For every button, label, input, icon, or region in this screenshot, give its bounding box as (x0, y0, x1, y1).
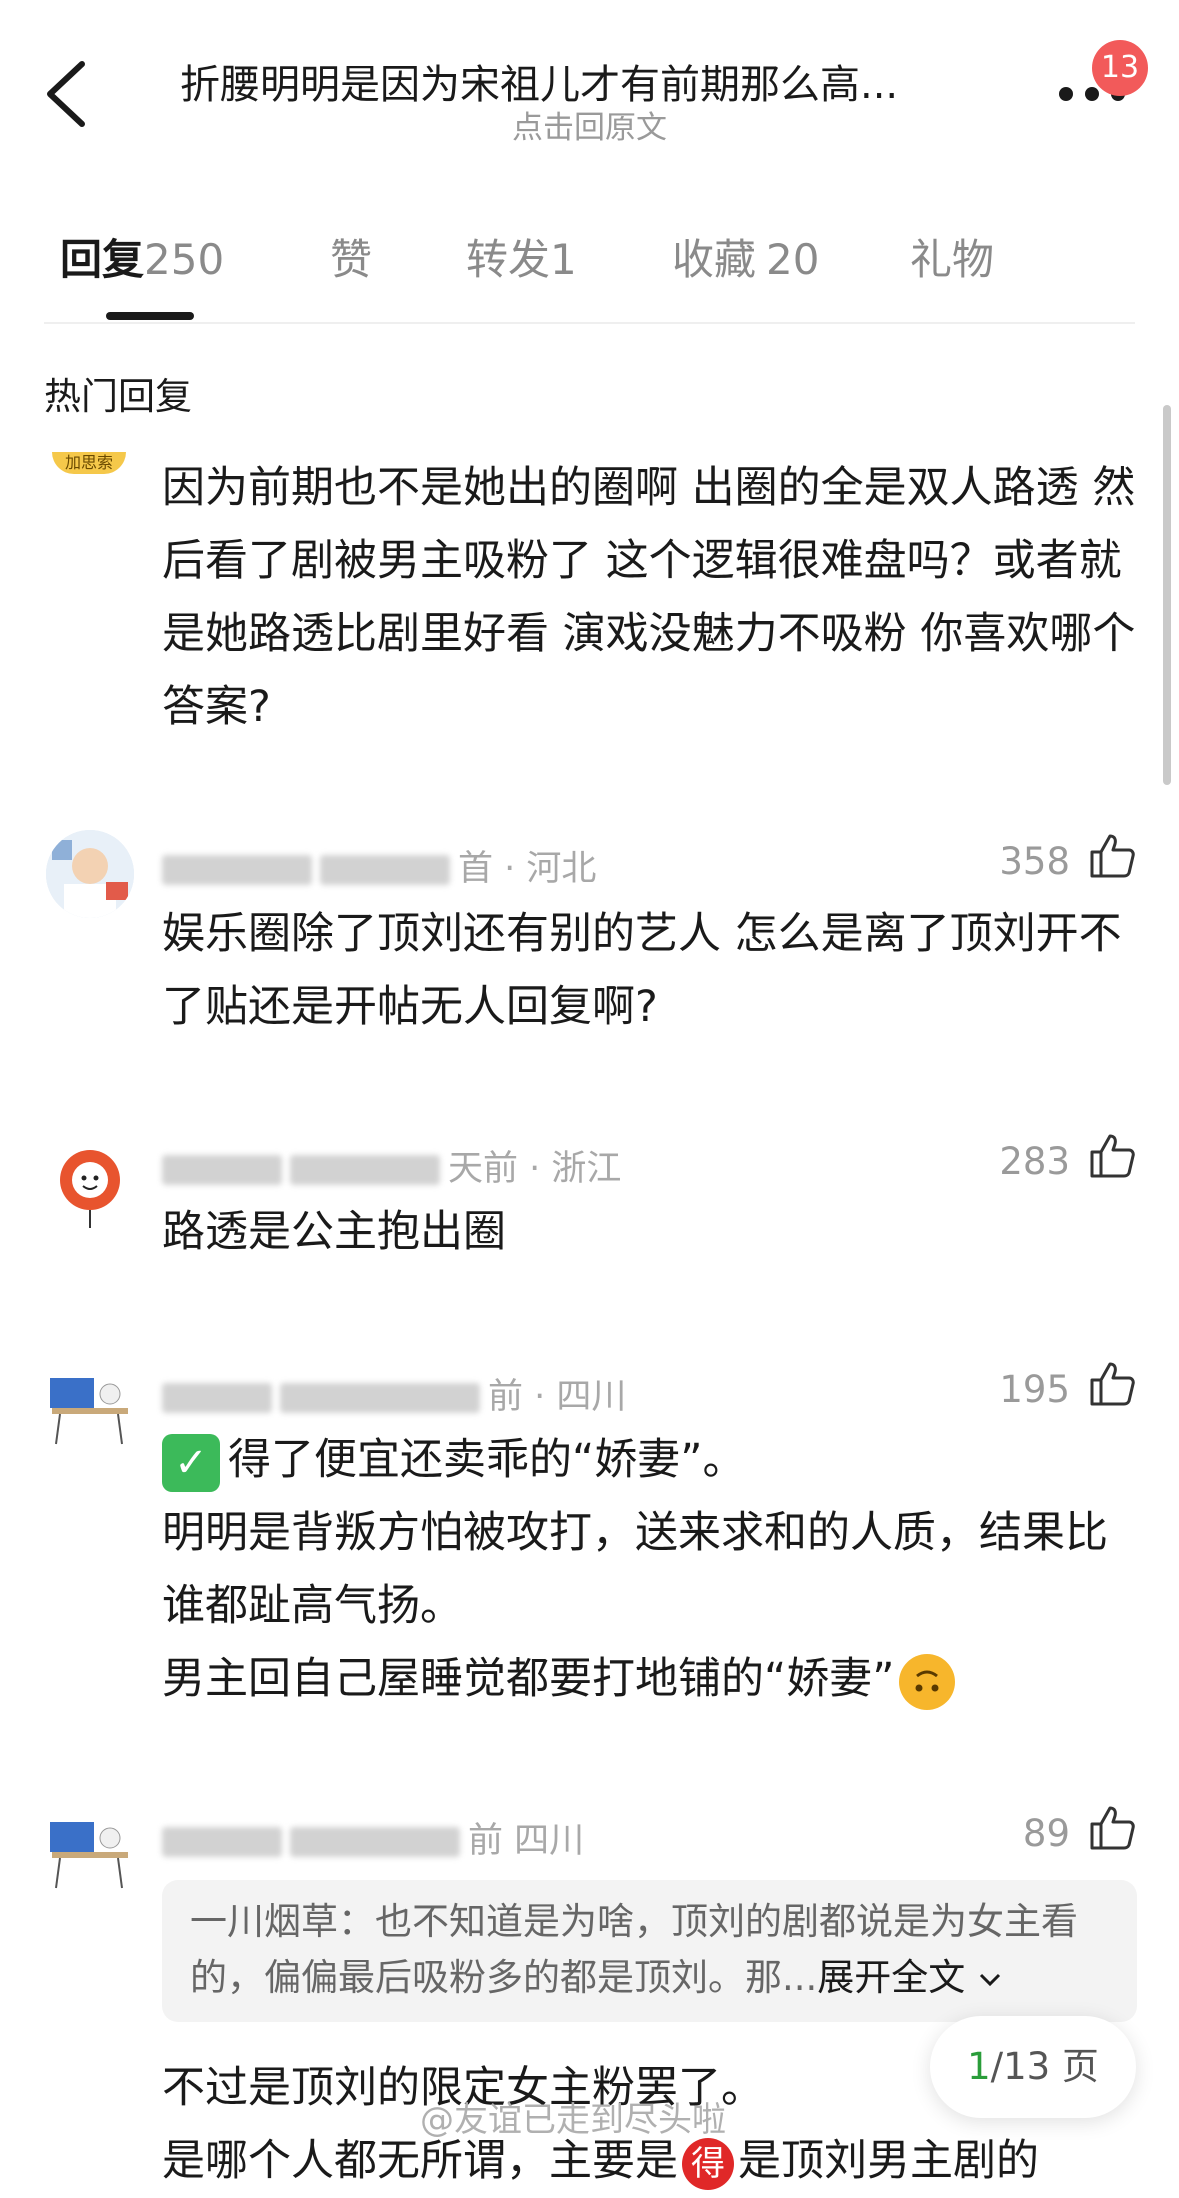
chevron-down-icon (980, 1973, 1001, 1987)
check-mark-emoji-icon: ✓ (162, 1433, 220, 1492)
comment-text: ✓ 得了便宜还卖乖的“娇妻”。 明明是背叛方怕被攻打，送来求和的人质，结果比谁都趾… (162, 1424, 1137, 1716)
comment-location: 前 · 四川 (488, 1377, 627, 1417)
blurred-username (290, 1827, 460, 1857)
avatar[interactable] (46, 1812, 134, 1900)
notification-badge: 13 (1092, 40, 1148, 96)
de-emoji-icon: 得 (682, 2137, 734, 2190)
current-page: 1 (967, 2045, 991, 2088)
tab-reposts-label: 转发 (466, 235, 551, 284)
back-to-original-link[interactable]: 点击回原文 (0, 102, 1179, 147)
thumbs-up-icon[interactable] (1088, 832, 1136, 880)
section-title: 热门回复 (44, 375, 192, 418)
like-count: 89 (1022, 1812, 1070, 1855)
scrollbar[interactable] (1163, 405, 1171, 785)
blurred-username (162, 855, 312, 885)
page-indicator[interactable]: 1/13 页 (930, 2016, 1136, 2118)
comment-line-text: 是哪个人都无所谓，主要是 (162, 2136, 678, 2186)
avatar[interactable] (46, 1368, 134, 1456)
quote-author: 一川烟草： (190, 1900, 375, 1943)
active-tab-indicator (106, 312, 194, 320)
watermark: @友谊已走到尽头啦 (420, 2100, 726, 2140)
tab-favorites-count: 20 (766, 235, 820, 284)
comment-text: 娱乐圈除了顶刘还有别的艺人 怎么是离了顶刘开不了贴还是开帖无人回复啊? (162, 909, 1122, 1032)
user-badge: 加思索 (52, 452, 126, 474)
comment-location: 天前 · 浙江 (448, 1149, 622, 1189)
tab-replies-count: 250 (144, 235, 225, 284)
comment-location: 前 四川 (468, 1821, 585, 1861)
tab-replies-label: 回复 (60, 235, 145, 284)
tab-likes[interactable]: 赞 (330, 226, 372, 287)
like-count: 358 (999, 840, 1070, 883)
tab-favorites-label: 收藏 (672, 235, 757, 284)
blurred-username (162, 1155, 282, 1185)
comment-meta: 前 · 四川 (162, 1368, 626, 1419)
tabs-divider (44, 322, 1135, 324)
comment-line-text: 得了便宜还卖乖的“娇妻”。 (228, 1435, 746, 1485)
avatar[interactable] (46, 1142, 134, 1230)
user-badge-text: 加思索 (64, 453, 113, 472)
thumbs-up-icon[interactable] (1088, 1132, 1136, 1180)
avatar[interactable] (46, 830, 134, 918)
comment-meta: 首 · 河北 (162, 840, 596, 891)
like-count: 195 (999, 1368, 1070, 1411)
comment-line: 男主回自己屋睡觉都要打地铺的“娇妻” (162, 1643, 1137, 1716)
tab-replies[interactable]: 回复250 (60, 226, 224, 287)
blurred-username (162, 1383, 272, 1413)
tab-gifts[interactable]: 礼物 (910, 226, 994, 287)
comment-location: 首 · 河北 (458, 849, 597, 889)
comment-text: 因为前期也不是她出的圈啊 出圈的全是双人路透 然后看了剧被男主吸粉了 这个逻辑很… (162, 463, 1136, 732)
tab-likes-label: 赞 (330, 235, 373, 284)
comment-meta: 前 四川 (162, 1812, 584, 1863)
expand-full-text-link[interactable]: 展开全文 (817, 1956, 1003, 1999)
thumbs-up-icon[interactable] (1088, 1804, 1136, 1852)
tab-reposts-count: 1 (550, 235, 577, 284)
comment-line-text: 男主回自己屋睡觉都要打地铺的“娇妻” (162, 1654, 895, 1704)
comment-meta: 天前 · 浙江 (162, 1140, 621, 1191)
tab-favorites[interactable]: 收藏 20 (672, 226, 819, 287)
total-pages: /13 页 (990, 2045, 1099, 2088)
expand-label: 展开全文 (817, 1956, 966, 1999)
blurred-username (320, 855, 450, 885)
upside-down-face-emoji-icon (898, 1653, 955, 1710)
quoted-reply-text: 一川烟草：也不知道是为啥，顶刘的剧都说是为女主看的，偏偏最后吸粉多的都是顶刘。那… (190, 1894, 1110, 2006)
comment-line: ✓ 得了便宜还卖乖的“娇妻”。 (162, 1424, 1137, 1497)
blurred-username (280, 1383, 480, 1413)
comment-line: 明明是背叛方怕被攻打，送来求和的人质，结果比谁都趾高气扬。 (162, 1508, 1108, 1631)
blurred-username (162, 1827, 282, 1857)
thumbs-up-icon[interactable] (1088, 1360, 1136, 1408)
comment-text: 路透是公主抱出圈 (162, 1207, 506, 1257)
tab-reposts[interactable]: 转发1 (466, 226, 577, 287)
like-count: 283 (999, 1140, 1070, 1183)
tab-gifts-label: 礼物 (910, 235, 995, 284)
blurred-username (290, 1155, 440, 1185)
comment-line-text: 是顶刘男主剧的 (738, 2136, 1039, 2186)
